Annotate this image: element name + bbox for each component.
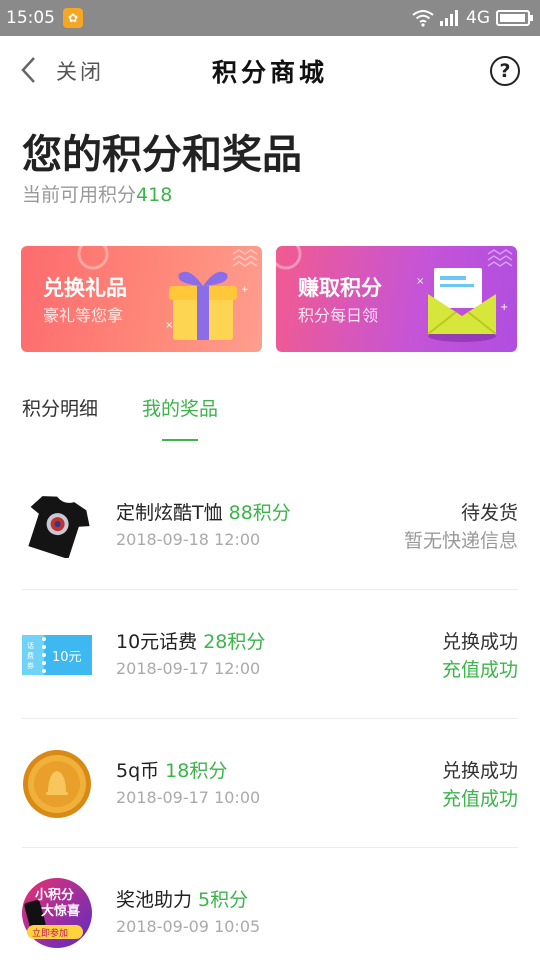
list-item[interactable]: 话 费 券 10元 10元话费 28积分 2018-09-17 12:00 兑换成… <box>0 589 540 718</box>
list-item[interactable]: 小积分 大惊喜 立即参加 奖池助力 5积分 2018-09-09 10:05 <box>0 847 540 976</box>
prize-title: 10元话费 <box>116 631 198 653</box>
tab-bar: 积分明细 我的奖品 <box>22 394 218 441</box>
svg-text:费: 费 <box>27 651 34 660</box>
ticket-amount: 10元 <box>52 650 82 665</box>
ticket-side-char: 话 <box>27 641 34 650</box>
prize-status: 兑换成功 <box>441 631 518 653</box>
prize-detail: 暂无快递信息 <box>403 530 518 552</box>
promo-cta: 立即参加 <box>32 927 68 939</box>
clock: 15:05 <box>6 8 55 28</box>
points-label: 当前可用积分 <box>22 184 137 206</box>
prize-status: 待发货 <box>460 502 518 524</box>
prize-name: 5q币 18积分 <box>116 756 227 783</box>
prize-title: 定制炫酷T恤 <box>116 502 223 524</box>
gold-coin-icon <box>20 750 94 818</box>
status-bar: 15:05 ✿ 4G <box>0 0 540 36</box>
prize-detail: 充值成功 <box>441 659 518 681</box>
back-button[interactable] <box>14 54 42 86</box>
prize-date: 2018-09-17 12:00 <box>116 659 261 678</box>
prize-cost: 5积分 <box>198 889 249 911</box>
headline: 您的积分和奖品 <box>22 132 302 178</box>
signal-icon <box>440 10 458 26</box>
prize-title: 奖池助力 <box>116 889 193 911</box>
svg-text:券: 券 <box>27 661 34 670</box>
nav-bar: 关闭 积分商城 ? <box>0 36 540 104</box>
prize-cost: 18积分 <box>165 760 228 782</box>
wifi-icon <box>412 10 434 27</box>
prize-cost: 88积分 <box>228 502 291 524</box>
list-item[interactable]: 5q币 18积分 2018-09-17 10:00 兑换成功 充值成功 <box>0 718 540 847</box>
points-value: 418 <box>136 184 173 206</box>
chevron-left-icon <box>21 57 35 83</box>
available-points: 当前可用积分418 <box>22 180 172 207</box>
phone-credit-ticket-icon: 话 费 券 10元 <box>20 623 94 687</box>
prize-list: 定制炫酷T恤 88积分 2018-09-18 12:00 待发货 暂无快递信息 话… <box>0 460 540 976</box>
promo-line1: 小积分 <box>35 887 74 903</box>
redeem-gift-card[interactable]: 兑换礼品 豪礼等您拿 × + <box>21 246 262 352</box>
prize-cost: 28积分 <box>203 631 266 653</box>
help-button[interactable]: ? <box>490 56 520 86</box>
prize-date: 2018-09-18 12:00 <box>116 530 261 549</box>
svg-text:×: × <box>165 320 173 331</box>
promo-line2: 大惊喜 <box>41 903 80 919</box>
prize-name: 10元话费 28积分 <box>116 627 265 654</box>
tab-my-prizes[interactable]: 我的奖品 <box>142 394 218 441</box>
list-item[interactable]: 定制炫酷T恤 88积分 2018-09-18 12:00 待发货 暂无快递信息 <box>0 460 540 589</box>
prize-date: 2018-09-17 10:00 <box>116 788 261 807</box>
network-type: 4G <box>466 8 490 28</box>
question-icon: ? <box>499 60 511 82</box>
svg-text:+: + <box>500 302 508 313</box>
envelope-letter-icon: × + <box>416 268 508 342</box>
svg-text:×: × <box>416 276 424 287</box>
tshirt-icon <box>20 494 94 558</box>
svg-text:+: + <box>241 285 249 295</box>
prize-status: 兑换成功 <box>441 760 518 782</box>
tab-points-detail[interactable]: 积分明细 <box>22 394 98 421</box>
earn-points-card[interactable]: 赚取积分 积分每日领 × + <box>276 246 517 352</box>
prize-name: 奖池助力 5积分 <box>116 885 248 912</box>
prize-title: 5q币 <box>116 760 160 782</box>
close-button[interactable]: 关闭 <box>56 56 104 86</box>
prize-date: 2018-09-09 10:05 <box>116 917 261 936</box>
prize-name: 定制炫酷T恤 88积分 <box>116 498 291 525</box>
prize-pool-banner-icon: 小积分 大惊喜 立即参加 <box>20 878 94 948</box>
app-notification-icon: ✿ <box>63 8 83 28</box>
prize-detail: 充值成功 <box>441 788 518 810</box>
gift-box-icon: × + <box>165 271 249 340</box>
battery-icon <box>496 10 533 26</box>
